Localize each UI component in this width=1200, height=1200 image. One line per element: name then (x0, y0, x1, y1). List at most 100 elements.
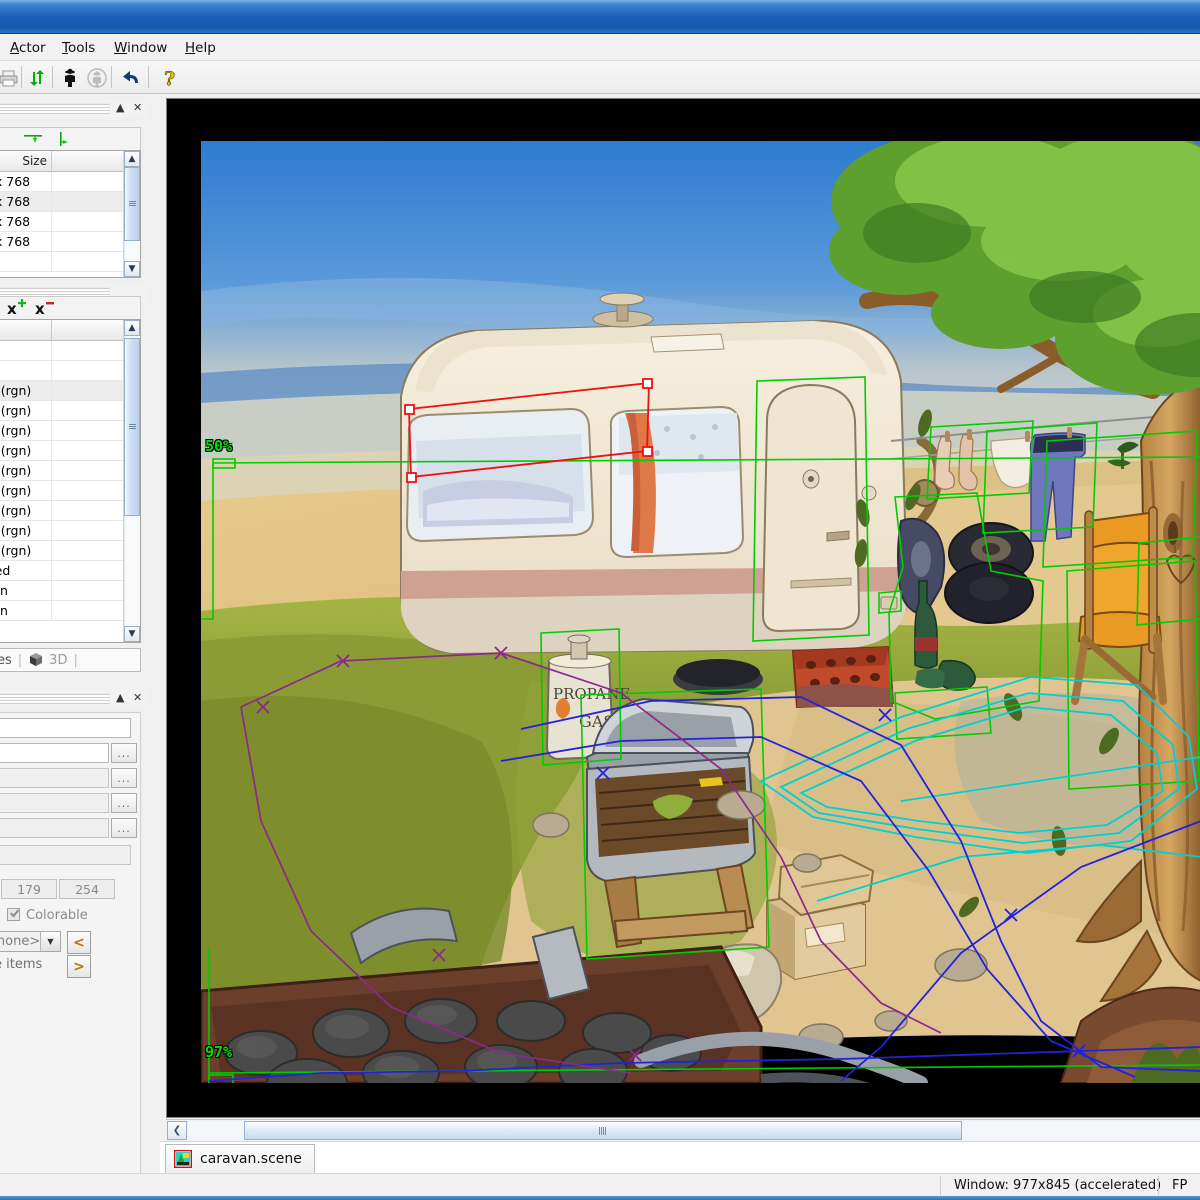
cube-icon (28, 652, 44, 668)
scroll-up-icon[interactable]: ▲ (124, 151, 140, 167)
properties-panel-grip[interactable] (0, 693, 110, 704)
svg-text:x: x (7, 300, 17, 317)
script-browse-button[interactable]: ... (111, 818, 137, 838)
status-window-info: Window: 977x845 (accelerated) (954, 1178, 1162, 1193)
tab-3d[interactable]: 3D (49, 653, 67, 668)
tab-entities[interactable]: es (0, 653, 12, 668)
active-browse-button[interactable]: ... (111, 793, 137, 813)
layers-table: Size 90 x 768 67 x 768 90 x 768 31 x 768 (0, 151, 123, 277)
layers-table-header: Size (0, 151, 123, 172)
script-field[interactable] (0, 818, 109, 838)
more-items-label: ore items (0, 957, 43, 972)
name-field[interactable] (0, 718, 131, 738)
menu-item-tools[interactable]: Tools (58, 39, 99, 57)
remove-entity-icon[interactable]: x (35, 299, 57, 320)
document-tab-caravan[interactable]: caravan.scene (165, 1144, 315, 1173)
coord-x-field[interactable]: 179 (1, 879, 57, 899)
table-row[interactable]: ity (rgn) (0, 481, 123, 501)
column-header-type[interactable]: e (0, 323, 3, 337)
layers-panel-collapse-button[interactable]: ▲ (116, 102, 124, 114)
menu-item-window[interactable]: Window (110, 39, 171, 57)
entities-tabstrip: es | 3D | (0, 648, 141, 672)
add-vertical-layer-icon[interactable] (55, 131, 73, 151)
scrollbar-thumb[interactable] (124, 167, 140, 241)
add-entity-icon[interactable]: x (7, 299, 29, 320)
add-horizontal-layer-icon[interactable] (23, 131, 43, 151)
application-window: n.scene] AActorctor Tools Window Help (0, 0, 1200, 1200)
hover-field[interactable] (0, 768, 109, 788)
table-row[interactable]: ity (rgn) (0, 521, 123, 541)
svg-text:I: I (1173, 545, 1177, 556)
table-row[interactable]: ity (rgn) (0, 441, 123, 461)
document-tabbar: caravan.scene (160, 1141, 1200, 1173)
item-combobox-value: <none> (0, 934, 41, 949)
window-titlebar[interactable]: n.scene] (0, 0, 1200, 34)
hover-browse-button[interactable]: ... (111, 768, 137, 788)
entities-mini-toolbar: x x (0, 296, 141, 319)
next-item-button[interactable]: > (67, 955, 91, 978)
print-icon[interactable] (0, 65, 21, 90)
table-row[interactable]: gion (0, 601, 123, 621)
menu-item-help[interactable]: Help (181, 39, 220, 57)
table-row[interactable]: ity (rgn) (0, 461, 123, 481)
table-row[interactable]: 67 x 768 (0, 192, 123, 212)
table-row[interactable]: gion (0, 581, 123, 601)
help-icon[interactable]: ? (157, 65, 182, 90)
table-row[interactable]: 90 x 768 (0, 212, 123, 232)
document-tab-label: caravan.scene (200, 1151, 302, 1167)
chevron-down-icon[interactable]: ▼ (40, 932, 60, 951)
actor-icon[interactable] (57, 65, 82, 90)
refresh-icon[interactable] (24, 65, 49, 90)
scrollbar-thumb[interactable] (124, 338, 140, 516)
entities-vertical-scrollbar[interactable]: ▲ ▼ (123, 320, 140, 642)
svg-text:?: ? (164, 68, 175, 88)
scroll-down-icon[interactable]: ▼ (124, 261, 140, 277)
scroll-up-icon[interactable]: ▲ (124, 320, 140, 336)
hscroll-thumb[interactable] (244, 1121, 962, 1140)
scene-viewport[interactable]: PROPANE GAS I 50% 97% (166, 98, 1200, 1118)
cursor-field[interactable] (0, 845, 131, 865)
layers-panel-header: ▲ ✕ (0, 100, 148, 117)
prev-item-button[interactable]: < (67, 931, 91, 954)
scene-canvas[interactable]: PROPANE GAS I 50% 97% (201, 141, 1200, 1083)
undo-icon[interactable] (119, 65, 144, 90)
entities-table-header: e (0, 320, 123, 341)
scene-artwork: PROPANE GAS I (201, 141, 1200, 1083)
ghost-actor-icon[interactable] (84, 65, 109, 90)
table-row[interactable]: ity (rgn) (0, 381, 123, 401)
column-header-size[interactable]: Size (0, 154, 47, 168)
table-row[interactable]: 31 x 768 (0, 232, 123, 252)
toolbar-separator-3 (111, 66, 112, 88)
layers-panel-grip[interactable] (0, 103, 110, 114)
scene-icon (173, 1149, 193, 1169)
item-combobox[interactable]: <none> ▼ (0, 931, 61, 952)
table-row[interactable]: ity (0, 341, 123, 361)
toolbar-separator-1 (21, 66, 22, 88)
menu-item-actor[interactable]: AActorctor (6, 39, 50, 57)
scroll-left-icon[interactable]: ❮ (167, 1121, 187, 1140)
properties-panel-collapse-button[interactable]: ▲ (116, 692, 124, 704)
layers-vertical-scrollbar[interactable]: ▲ ▼ (123, 151, 140, 277)
scroll-down-icon[interactable]: ▼ (124, 626, 140, 642)
table-row[interactable]: ity (rgn) (0, 501, 123, 521)
table-row[interactable]: ity (rgn) (0, 421, 123, 441)
properties-panel-close-icon[interactable]: ✕ (133, 692, 142, 704)
properties-panel-header: ▲ ✕ (0, 690, 148, 707)
table-row[interactable]: ity (0, 361, 123, 381)
table-row[interactable] (0, 252, 123, 272)
table-row[interactable]: cked (0, 561, 123, 581)
coord-y-field[interactable]: 254 (59, 879, 115, 899)
colorable-checkbox[interactable] (7, 908, 20, 921)
table-row[interactable]: 90 x 768 (0, 172, 123, 192)
table-row[interactable]: ity (rgn) (0, 401, 123, 421)
table-row[interactable]: ity (rgn) (0, 541, 123, 561)
image-browse-button[interactable]: ... (111, 743, 137, 763)
zoom-bottom-label: 97% (205, 1043, 233, 1061)
viewport-horizontal-scrollbar[interactable]: ❮ (166, 1119, 1200, 1141)
layers-panel-close-icon[interactable]: ✕ (133, 102, 142, 114)
properties-form: ... ... ... ... : 179 254 e Colorable <n… (0, 712, 141, 1182)
image-field[interactable] (0, 743, 109, 763)
svg-text:x: x (35, 300, 45, 317)
active-field[interactable] (0, 793, 109, 813)
layers-mini-toolbar (0, 127, 141, 150)
